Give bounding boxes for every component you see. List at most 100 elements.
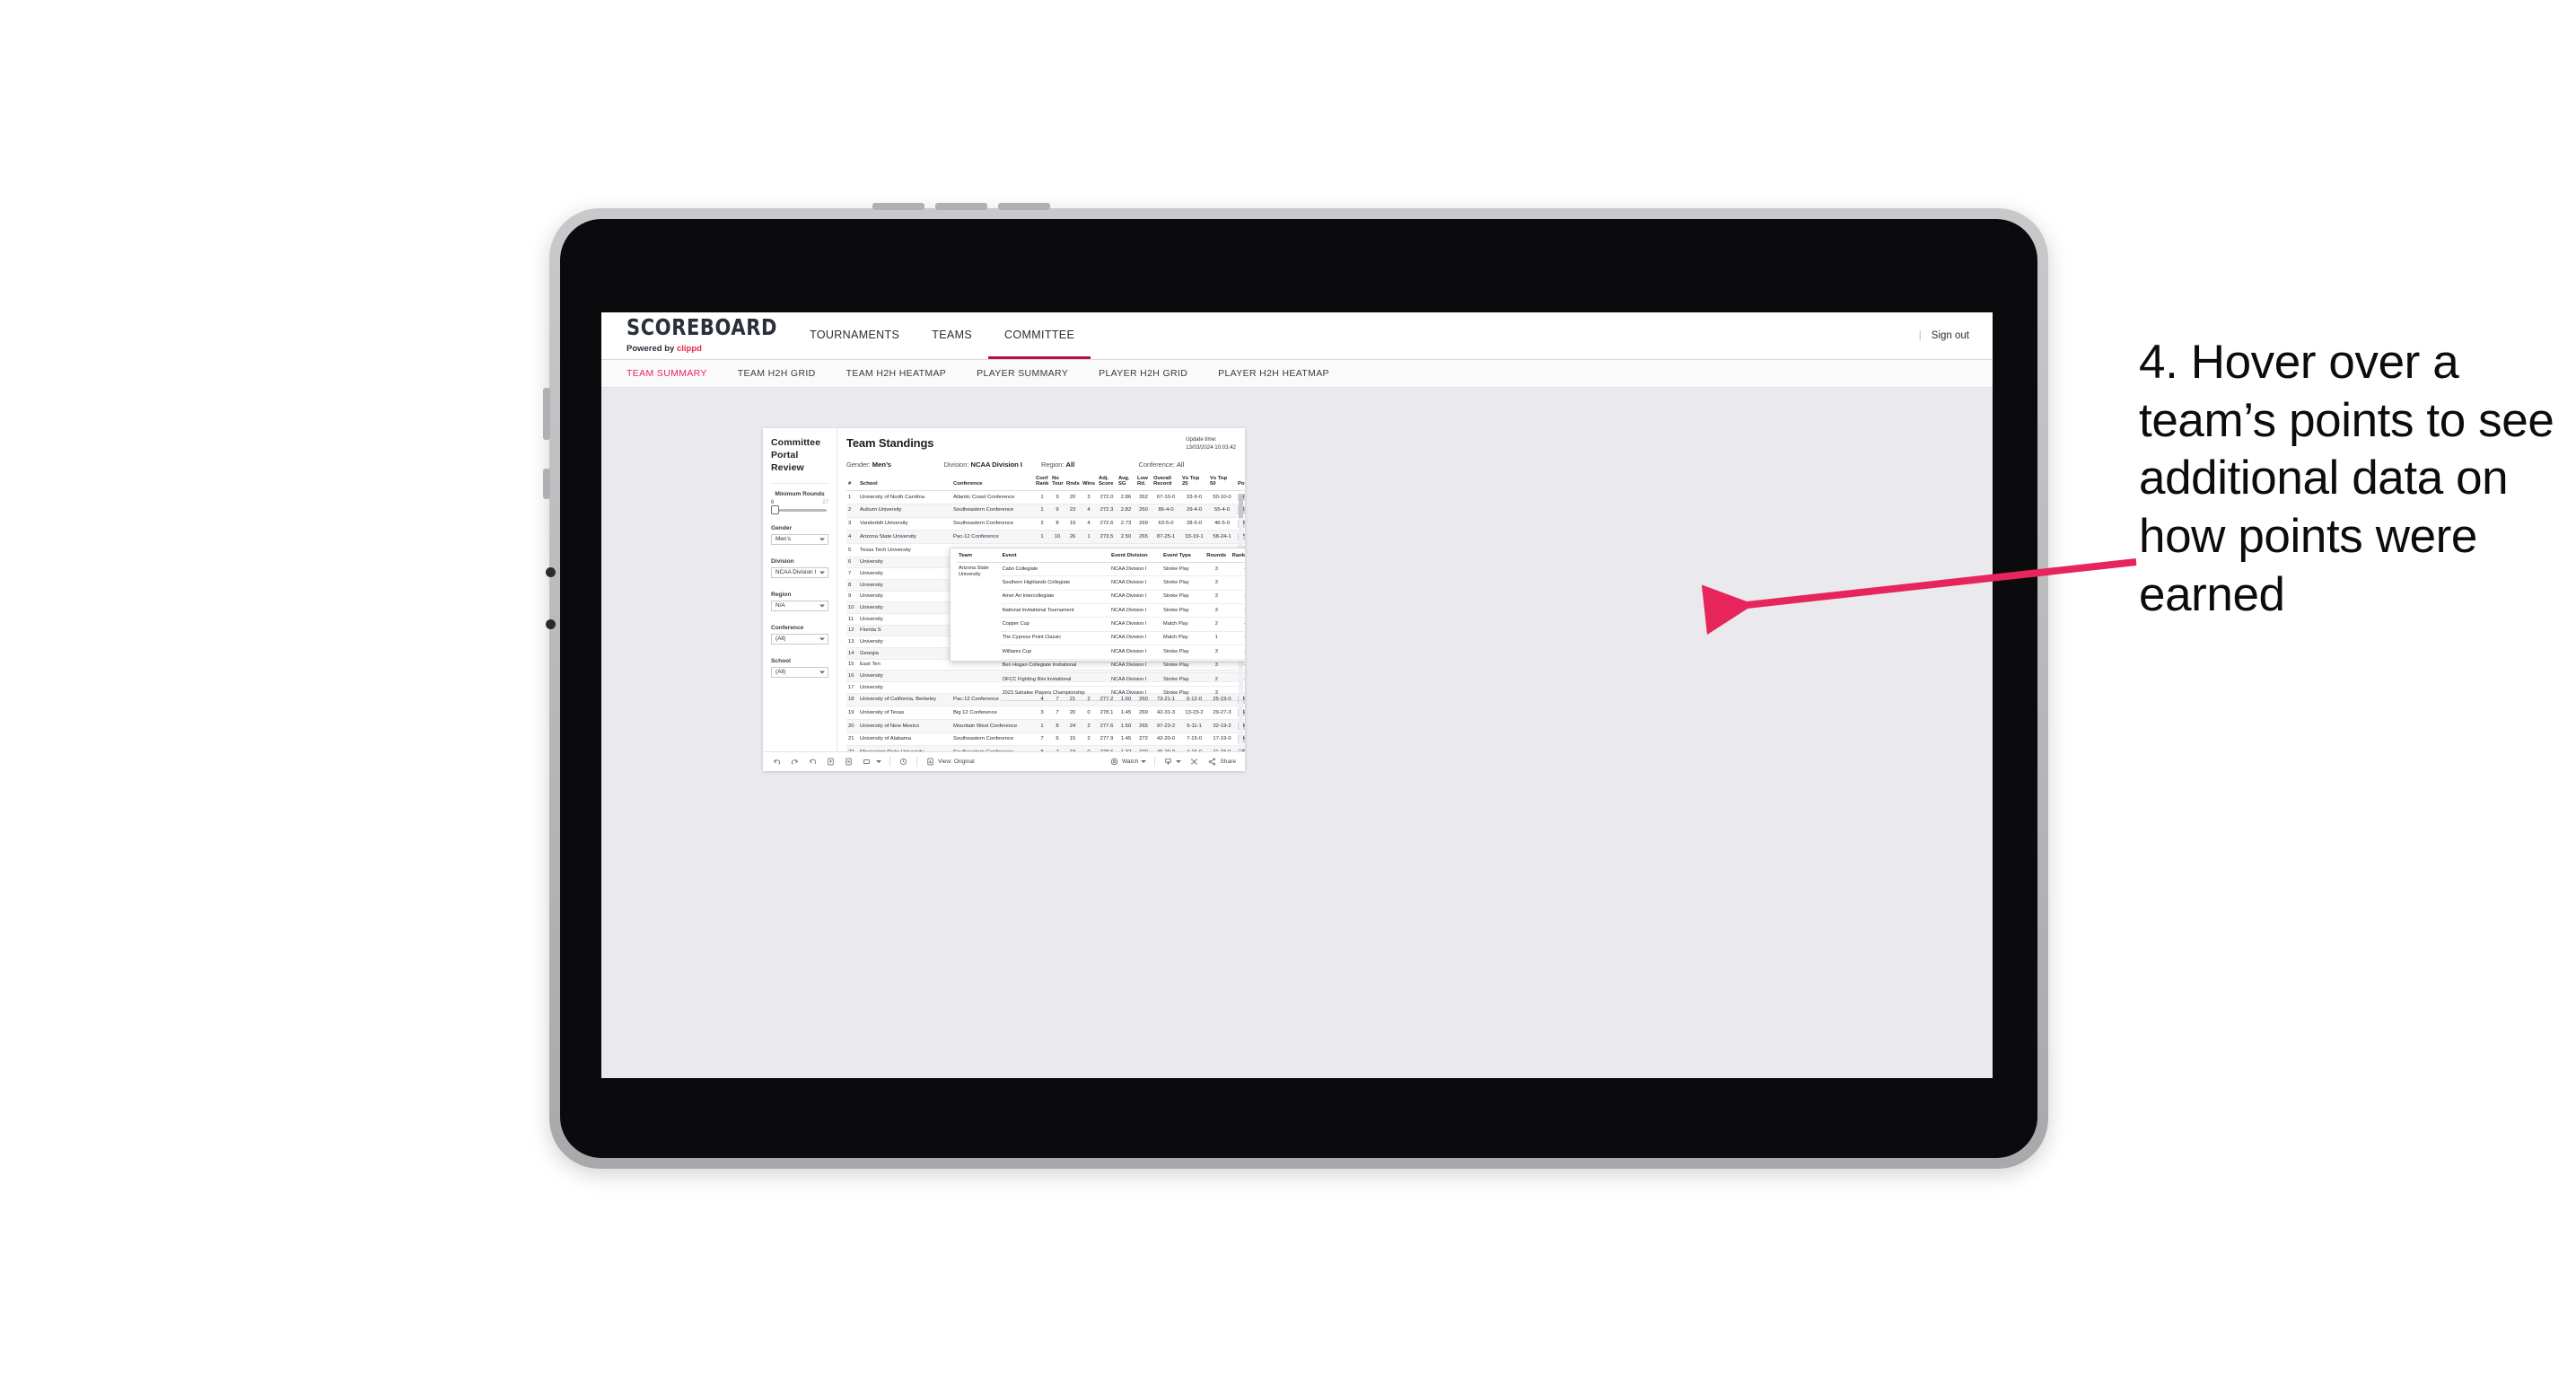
chevron-down-icon[interactable] (876, 760, 881, 763)
table-row[interactable]: 1 University of North Carolina Atlantic Co… (846, 490, 1245, 504)
portal-title: Committee Portal Review (771, 437, 821, 473)
col-rnds[interactable]: Rnds (1065, 475, 1081, 492)
nav-item-committee[interactable]: COMMITTEE (988, 312, 1091, 359)
refresh-data-icon[interactable] (826, 757, 836, 767)
cell-rank: 17 (846, 681, 858, 694)
cell-rank: 13 (846, 636, 858, 648)
cell-overall-record: 42-31-3 (1152, 706, 1180, 720)
watch-button[interactable]: Watch (1109, 757, 1147, 767)
col-points[interactable]: Points (1236, 475, 1245, 492)
col-low-rd[interactable]: Low Rd. (1135, 475, 1152, 492)
share-button[interactable]: Share (1207, 757, 1236, 767)
points-value[interactable]: 45.81 (1238, 748, 1245, 751)
school-select[interactable]: (All) (771, 666, 828, 678)
gender-select-value: Men’s (775, 536, 791, 543)
tooltip-row: OFCC Fighting Illini Invitational NCAA Di… (957, 672, 1245, 688)
redo-icon[interactable] (790, 757, 800, 767)
col-vs-top-25[interactable]: Vs Top 25 (1180, 475, 1208, 492)
cell-rank: 10 (846, 601, 858, 614)
nav-item-tournaments[interactable]: TOURNAMENTS (793, 312, 916, 359)
cell-wins: 2 (1081, 732, 1097, 747)
minimum-rounds-slider[interactable] (771, 505, 827, 515)
tooltip-cell-event-type: Stroke Play (1161, 575, 1205, 591)
table-row[interactable]: 22Mississippi State UniversitySoutheaste… (846, 745, 1245, 751)
device-layout-icon[interactable] (862, 757, 872, 767)
cell-vs-top-50: 32-19-2 (1208, 719, 1236, 733)
table-row[interactable]: 4 Arizona State University Pac-12 Conferen… (846, 530, 1245, 544)
table-row[interactable]: 3 Vanderbilt University Southeastern Confe… (846, 517, 1245, 531)
minimum-rounds-slider-thumb[interactable] (771, 505, 779, 515)
division-select[interactable]: NCAA Division I (771, 566, 828, 578)
col-school[interactable]: School (858, 475, 951, 492)
tooltip-cell-rounds: 3 (1204, 686, 1229, 701)
cell-vs-top-50: 11-23-0 (1208, 745, 1236, 751)
col-rank[interactable]: # (846, 475, 858, 492)
col-conf-rank[interactable]: Conf Rank (1034, 475, 1050, 492)
tooltip-cell-event-division: NCAA Division I (1108, 686, 1162, 701)
cell-points[interactable]: 45.81 (1236, 745, 1245, 751)
region-select[interactable]: N/A (771, 600, 828, 611)
cell-conference: Southeastern Conference (951, 504, 1034, 518)
col-overall-record[interactable]: Overall Record (1152, 475, 1180, 492)
revert-icon[interactable] (808, 757, 818, 767)
cell-vs-top-25: 5-11-1 (1180, 719, 1208, 733)
cell-overall-record: 87-25-1 (1152, 530, 1180, 544)
brand-logo[interactable]: SCOREBOARD Powered by clippd (601, 312, 793, 359)
col-adj-score[interactable]: Adj. Score (1097, 475, 1117, 492)
tooltip-row: Amer Ari Intercollegiate NCAA Division IS… (957, 590, 1245, 605)
table-row[interactable]: 2 Auburn University Southeastern Conferenc… (846, 504, 1245, 518)
fullscreen-icon[interactable] (1189, 757, 1199, 767)
table-row[interactable]: 20 University of New Mexico Mountain West … (846, 719, 1245, 733)
col-wins[interactable]: Wins (1081, 475, 1097, 492)
summary-gender-value: Men’s (872, 460, 892, 469)
view-original-button[interactable]: View: Original (925, 757, 975, 767)
table-scrollbar-thumb[interactable] (1239, 495, 1243, 518)
visualization-body: Committee Portal Review Minimum Rounds 6… (763, 428, 1245, 751)
subnav-item-team-summary[interactable]: TEAM SUMMARY (626, 368, 707, 379)
cell-school: Florida S (858, 625, 951, 637)
tooltip-cell-event: Williams Cup (1000, 645, 1109, 660)
visualization-toolbar: View: Original Watch Share (763, 751, 1245, 771)
nav-item-teams[interactable]: TEAMS (916, 312, 988, 359)
col-vs-top-50[interactable]: Vs Top 50 (1208, 475, 1236, 492)
cell-school: Mississippi State University (858, 745, 951, 751)
cell-rank: 16 (846, 670, 858, 682)
cell-conference: Southeastern Conference (951, 732, 1034, 747)
cell-vs-top-25: 7-15-0 (1180, 732, 1208, 747)
sign-out-link[interactable]: Sign out (1932, 330, 1969, 341)
tooltip-cell-event-type: Stroke Play (1161, 562, 1205, 577)
standings-title: Team Standings (846, 436, 934, 450)
subnav-item-player-h2h-grid[interactable]: PLAYER H2H GRID (1099, 368, 1187, 379)
col-conference[interactable]: Conference (951, 475, 1034, 492)
gender-select[interactable]: Men’s (771, 533, 828, 545)
tooltip-cell-event-type: Stroke Play (1161, 686, 1205, 701)
table-row[interactable]: 19 University of Texas Big 12 Conference 3 7… (846, 706, 1245, 720)
brand-tagline-prefix: Powered by (626, 343, 677, 354)
standings-table-head: # School Conference Conf Rank No Tour Rn… (846, 475, 1245, 492)
subnav-item-team-h2h-grid[interactable]: TEAM H2H GRID (738, 368, 816, 379)
table-row[interactable]: 21 University of Alabama Southeastern Conf… (846, 732, 1245, 747)
conference-select[interactable]: (All) (771, 633, 828, 645)
subnav-item-player-summary[interactable]: PLAYER SUMMARY (977, 368, 1068, 379)
share-icon (1207, 757, 1217, 767)
subnav-item-player-h2h-heatmap[interactable]: PLAYER H2H HEATMAP (1218, 368, 1329, 379)
col-no-tour[interactable]: No Tour (1050, 475, 1065, 492)
tablet-device: SCOREBOARD Powered by clippd TOURNAMENTS… (543, 203, 2048, 1169)
cell-no-tour: 6 (1050, 732, 1065, 747)
standings-panel: Team Standings Update time: 13/03/2024 1… (837, 428, 1245, 751)
undo-icon[interactable] (772, 757, 782, 767)
tooltip-col-team: Team (957, 553, 1001, 563)
cell-rank: 19 (846, 706, 858, 720)
annotation-arrow (1701, 558, 2137, 636)
pause-updates-icon[interactable] (844, 757, 854, 767)
filter-panel: Committee Portal Review Minimum Rounds 6… (763, 428, 837, 751)
download-button[interactable] (1163, 757, 1182, 767)
cell-adj-score: 278.1 (1097, 706, 1117, 720)
col-avg-sg[interactable]: Avg. SG (1117, 475, 1135, 492)
tooltip-cell-team: Arizona State University (959, 565, 989, 577)
subnav-item-team-h2h-heatmap[interactable]: TEAM H2H HEATMAP (846, 368, 947, 379)
tooltip-cell-event-type: Match Play (1161, 631, 1205, 646)
watch-label: Watch (1121, 759, 1139, 765)
tooltip-row: Arizona State University Cabo Collegiate N… (957, 562, 1245, 577)
history-icon[interactable] (898, 757, 908, 767)
